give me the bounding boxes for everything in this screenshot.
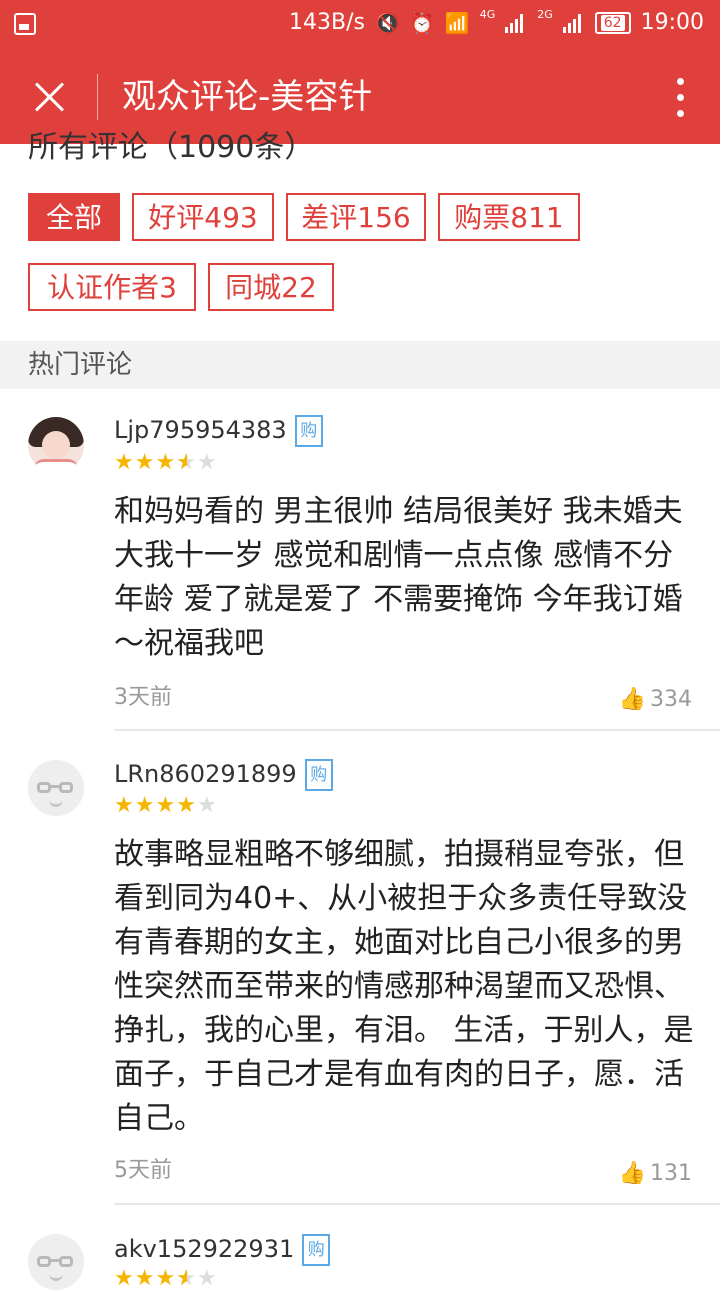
all-comments-header: 所有评论（1090条） <box>28 130 315 165</box>
signal-icon <box>505 13 527 33</box>
comment-username[interactable]: Ljp795954383 购 <box>114 414 323 447</box>
comment-divider <box>114 729 720 731</box>
clock: 19:00 <box>640 10 704 35</box>
hot-comments-header: 热门评论 <box>0 341 720 389</box>
filter-chip-ticket[interactable]: 购票811 <box>438 193 580 241</box>
star-rating: ★★★★★ <box>114 452 218 475</box>
alarm-icon: ⏰ <box>409 10 435 35</box>
like-button[interactable]: 👍 334 <box>619 685 692 715</box>
signal-icon-2 <box>562 13 585 33</box>
comment-divider <box>114 1203 720 1205</box>
filter-chip-same-city[interactable]: 同城22 <box>208 263 334 311</box>
filter-chip-all[interactable]: 全部 <box>28 193 120 241</box>
more-options-icon[interactable] <box>670 76 690 120</box>
default-avatar[interactable] <box>28 1234 84 1290</box>
battery-level: 62 <box>600 14 625 31</box>
wifi-icon: 📶 <box>444 10 470 35</box>
close-icon[interactable] <box>24 72 74 122</box>
thumbs-up-icon: 👍 <box>618 1161 646 1186</box>
comment-text[interactable]: 故事略显粗略不够细腻，拍摄稍显夸张，但看到同为40+、从小被担于众多责任导致没有… <box>114 833 694 1141</box>
network-speed: 143B/s <box>289 10 365 35</box>
filter-chip-verified-author[interactable]: 认证作者3 <box>28 263 196 311</box>
comment-text[interactable]: 和妈妈看的 男主很帅 结局很美好 我未婚夫大我十一岁 感觉和剧情一点点像 感情不… <box>114 490 694 666</box>
filter-chip-positive[interactable]: 好评493 <box>132 193 274 241</box>
star-rating: ★★★★★ <box>114 793 218 818</box>
divider <box>97 74 98 120</box>
like-count: 334 <box>650 687 692 712</box>
network-type-2: 2G <box>537 8 553 21</box>
network-type-1: 4G <box>479 8 496 21</box>
like-button[interactable]: 👍 131 <box>619 1159 692 1189</box>
ticket-purchase-badge: 购 <box>302 1234 331 1266</box>
comment-username[interactable]: akv152922931 购 <box>114 1233 331 1266</box>
comment-time: 5天前 <box>114 1158 172 1183</box>
comment-time: 3天前 <box>114 685 172 710</box>
gallery-notification-icon <box>14 13 36 35</box>
like-count: 131 <box>650 1161 692 1186</box>
default-avatar[interactable] <box>28 760 84 816</box>
star-rating: ★★★★★ <box>114 1268 218 1291</box>
section-title: 热门评论 <box>28 350 133 380</box>
filter-chip-negative[interactable]: 差评156 <box>286 193 426 241</box>
page-title: 观众评论-美容针 <box>122 77 373 117</box>
thumbs-up-icon: 👍 <box>618 687 646 712</box>
ticket-purchase-badge: 购 <box>294 415 323 447</box>
battery-icon: 62 <box>594 11 631 34</box>
avatar[interactable] <box>28 417 84 473</box>
ticket-purchase-badge: 购 <box>304 759 333 791</box>
status-bar: 143B/s 🔇 ⏰ 📶 4G 2G 62 19:00 <box>0 0 720 50</box>
mute-icon: 🔇 <box>374 10 400 35</box>
comment-username[interactable]: LRn860291899 购 <box>114 758 333 791</box>
